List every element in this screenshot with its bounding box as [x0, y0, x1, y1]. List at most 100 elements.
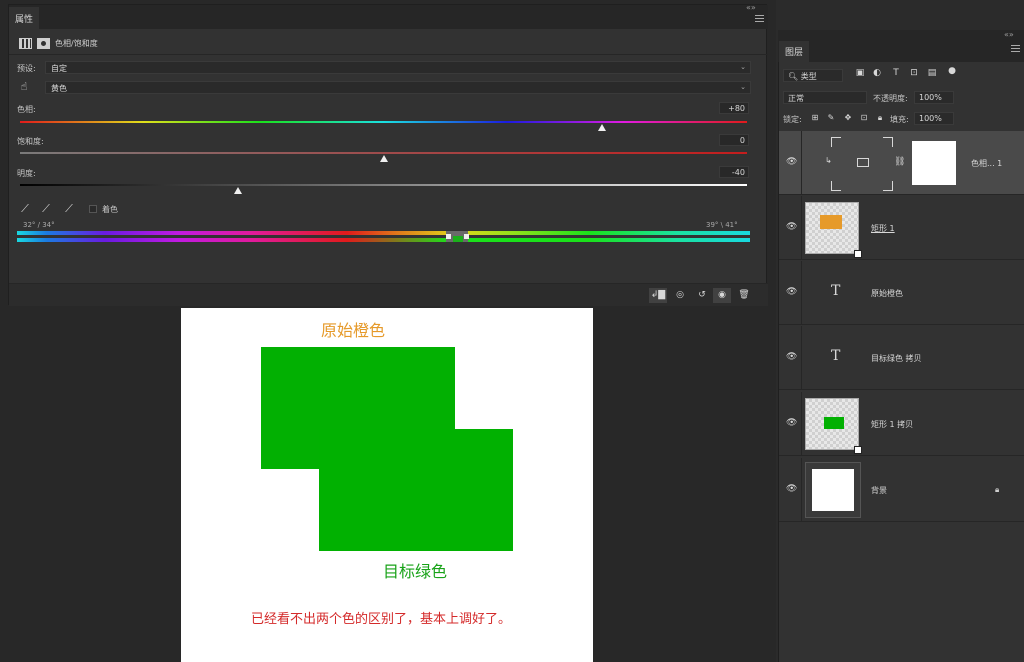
layer-name[interactable]: 矩形 1 拷贝: [871, 419, 913, 430]
label-target-color: 目标绿色: [383, 562, 448, 581]
lock-artboard-icon[interactable]: ⊡: [859, 113, 869, 123]
lightness-slider-track[interactable]: [20, 184, 747, 186]
chevron-down-icon: ⌄: [740, 63, 746, 71]
search-icon: 🔍︎: [788, 72, 799, 81]
adjustment-title-row: 色相/饱和度: [19, 36, 98, 50]
layer-thumbnail[interactable]: [805, 398, 859, 450]
orange-rect-preview: [820, 215, 842, 229]
layer-name[interactable]: 原始橙色: [871, 288, 903, 299]
mask-bracket: [831, 137, 841, 147]
panel-menu-icon[interactable]: [1011, 45, 1020, 52]
collapse-icon[interactable]: «»: [746, 3, 756, 12]
reset-icon[interactable]: ↺: [693, 288, 711, 303]
visibility-eye-icon[interactable]: 👁︎: [786, 418, 797, 428]
lock-icon[interactable]: 🔒︎: [995, 485, 999, 495]
fill-input[interactable]: 100%: [914, 112, 954, 125]
lightness-slider-thumb[interactable]: [234, 187, 243, 194]
eyedropper-plus-icon[interactable]: ⟋: [39, 202, 53, 216]
document-canvas[interactable]: 原始橙色 目标绿色 已经看不出两个色的区别了，基本上调好了。: [181, 308, 593, 662]
trash-icon[interactable]: 🗑: [735, 288, 753, 303]
chevron-down-icon: ⌄: [740, 83, 746, 91]
visibility-eye-icon[interactable]: 👁︎: [786, 352, 797, 362]
adjustment-filter-icon[interactable]: ◐: [872, 68, 882, 78]
range-selector-center[interactable]: [453, 236, 463, 242]
lock-all-icon[interactable]: 🔒︎: [875, 113, 885, 123]
channel-dropdown[interactable]: 黄色 ⌄: [45, 81, 751, 94]
layer-name[interactable]: 色相... 1: [971, 158, 1002, 169]
layers-tab[interactable]: 图层: [779, 41, 809, 62]
shape-filter-icon[interactable]: ⊡: [909, 68, 919, 78]
hue-value-input[interactable]: +80: [719, 102, 749, 114]
mask-bracket: [883, 137, 893, 147]
divider: [801, 326, 802, 390]
layer-row[interactable]: 👁︎ 矩形 1: [779, 196, 1024, 260]
smart-object-filter-icon[interactable]: ▤: [927, 68, 937, 78]
clip-to-layer-icon[interactable]: ↲▇: [649, 288, 667, 303]
lock-label: 锁定:: [783, 115, 802, 124]
visibility-eye-icon[interactable]: 👁︎: [786, 222, 797, 232]
collapse-icon[interactable]: «»: [1004, 30, 1014, 39]
rect-target: [319, 429, 513, 551]
layer-thumbnail[interactable]: [805, 202, 859, 254]
link-icon[interactable]: ⛓: [894, 157, 905, 167]
panel-menu-icon[interactable]: [755, 15, 764, 22]
lightness-value-input[interactable]: -40: [719, 166, 749, 178]
preset-label: 预设:: [17, 64, 36, 73]
type-layer-icon: T: [831, 348, 841, 364]
note-text: 已经看不出两个色的区别了，基本上调好了。: [251, 612, 512, 627]
range-right-value: 39° \ 41°: [706, 221, 738, 229]
lock-pixels-icon[interactable]: ⊞: [810, 113, 820, 123]
mask-icon[interactable]: [37, 37, 50, 49]
layers-header: [778, 30, 1024, 62]
fill-value: 100%: [919, 114, 942, 123]
hand-adjust-icon[interactable]: ☝: [17, 80, 31, 94]
layer-row[interactable]: 👁︎ ↳ ⛓ 色相... 1: [779, 131, 1024, 195]
image-filter-icon[interactable]: ▣: [855, 68, 865, 78]
divider: [801, 392, 802, 456]
clip-arrow-icon: ↳: [825, 156, 832, 165]
view-previous-icon[interactable]: ◎: [671, 288, 689, 303]
range-handle-right[interactable]: [464, 234, 469, 239]
layer-row[interactable]: 👁︎ 背景 🔒︎: [779, 458, 1024, 522]
visibility-eye-icon[interactable]: 👁︎: [786, 287, 797, 297]
saturation-slider-thumb[interactable]: [379, 155, 388, 162]
output-color-bar: [17, 238, 750, 242]
channel-value: 黄色: [51, 84, 67, 93]
blend-mode-dropdown[interactable]: 正常: [783, 91, 867, 104]
lock-position-icon[interactable]: ✥: [843, 113, 853, 123]
properties-tab[interactable]: 属性: [9, 7, 39, 29]
colorize-checkbox[interactable]: [89, 205, 97, 213]
layer-name[interactable]: 背景: [871, 485, 887, 496]
layer-name[interactable]: 矩形 1: [871, 223, 895, 234]
layer-mask-thumbnail[interactable]: [912, 141, 956, 185]
range-handle-left[interactable]: [446, 234, 451, 239]
opacity-input[interactable]: 100%: [914, 91, 954, 104]
saturation-value-input[interactable]: 0: [719, 134, 749, 146]
divider: [9, 54, 768, 55]
layer-name[interactable]: 目标绿色 拷贝: [871, 353, 922, 364]
properties-panel: 属性 «» 色相/饱和度 预设: 自定 ⌄ ☝ 黄色 ⌄ 色相: +80 饱和度…: [8, 3, 768, 306]
layer-filter-dropdown[interactable]: 🔍︎ 类型: [783, 69, 843, 82]
saturation-slider-track[interactable]: [20, 152, 747, 154]
visibility-icon[interactable]: ◉: [713, 288, 731, 303]
filter-toggle-icon[interactable]: ●: [947, 66, 957, 76]
layer-row[interactable]: 👁︎ T 目标绿色 拷贝: [779, 326, 1024, 390]
hue-label: 色相:: [17, 105, 36, 114]
divider: [801, 131, 802, 195]
visibility-eye-icon[interactable]: 👁︎: [786, 484, 797, 494]
visibility-eye-icon[interactable]: 👁︎: [786, 157, 797, 167]
shape-layer-icon: [854, 446, 862, 454]
opacity-value: 100%: [919, 93, 942, 102]
eyedropper-minus-icon[interactable]: ⟋: [62, 202, 76, 216]
hue-slider-thumb[interactable]: [597, 124, 606, 131]
mask-bracket: [831, 181, 841, 191]
layer-row[interactable]: 👁︎ 矩形 1 拷贝: [779, 392, 1024, 456]
layer-thumbnail-frame[interactable]: [805, 462, 861, 518]
eyedropper-icon[interactable]: ⟋: [18, 202, 32, 216]
hue-slider-track[interactable]: [20, 121, 747, 123]
layer-row[interactable]: 👁︎ T 原始橙色: [779, 261, 1024, 325]
preset-dropdown[interactable]: 自定 ⌄: [45, 61, 751, 74]
type-filter-icon[interactable]: T: [891, 68, 901, 78]
lock-paint-icon[interactable]: ✎: [826, 113, 836, 123]
lightness-label: 明度:: [17, 169, 36, 178]
